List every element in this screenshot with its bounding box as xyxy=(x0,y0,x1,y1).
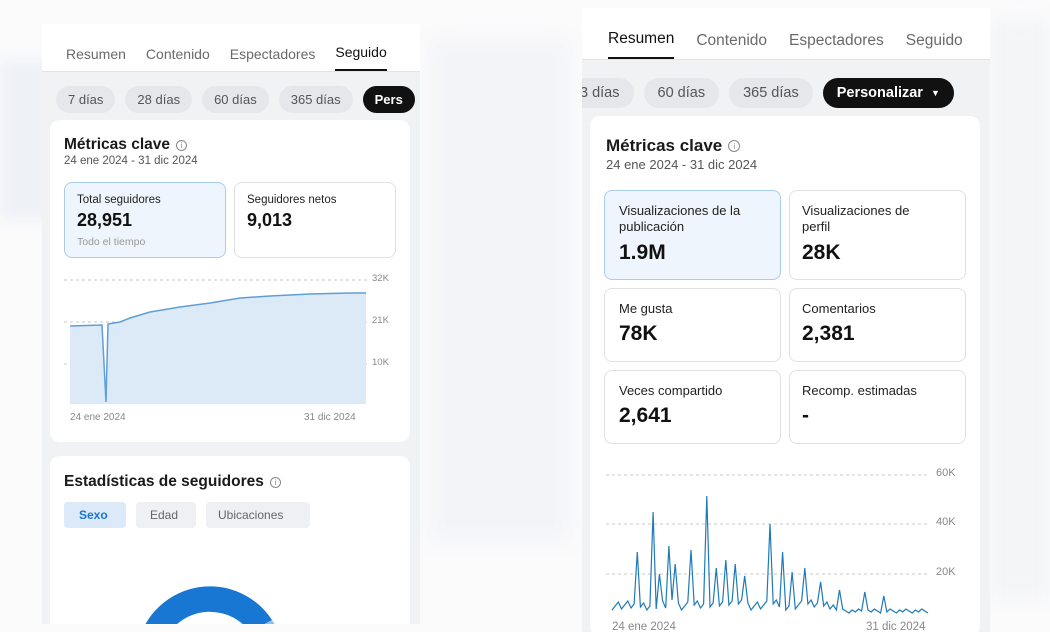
chip-365-days[interactable]: 365 días xyxy=(729,78,813,108)
donut-slice-primary xyxy=(145,586,272,624)
x-start-label: 24 ene 2024 xyxy=(612,621,676,632)
tab-contenido[interactable]: Contenido xyxy=(146,46,210,71)
metric-value: 1.9M xyxy=(619,241,666,264)
card-title-text: Métricas clave xyxy=(64,136,170,153)
info-icon[interactable]: i xyxy=(728,140,741,152)
tab-resumen[interactable]: Resumen xyxy=(608,30,675,59)
tab-espectadores[interactable]: Espectadores xyxy=(230,46,316,71)
metric-label: Recomp. estimadas xyxy=(802,383,917,398)
customize-label: Personalizar xyxy=(836,85,923,101)
segment-age[interactable]: Edad xyxy=(136,502,196,528)
metric-value: 28K xyxy=(802,241,841,264)
metric-card-total-followers[interactable]: Total seguidores 28,951 Todo el tiempo xyxy=(64,182,226,258)
chip-days-partial[interactable]: 3 días xyxy=(582,78,634,108)
segment-label: Sexo xyxy=(79,508,108,522)
left-screenshot: Resumen Contenido Espectadores Seguido 7… xyxy=(42,24,420,624)
chip-7-days[interactable]: 7 días xyxy=(56,85,116,113)
y-tick-label: 20K xyxy=(936,566,956,578)
metric-value: 78K xyxy=(619,322,658,345)
tab-bar: Resumen Contenido Espectadores Seguido xyxy=(42,24,420,72)
views-series-line xyxy=(611,495,929,614)
date-range-chips: 3 días 60 días 365 días Personalizar ▼ xyxy=(582,60,990,116)
tab-bar: Resumen Contenido Espectadores Seguido xyxy=(582,8,990,60)
date-range-label: 24 ene 2024 - 31 dic 2024 xyxy=(606,157,758,172)
metric-label: Visualizaciones de la publicación xyxy=(619,203,741,235)
metric-card-net-followers[interactable]: Seguidores netos 9,013 xyxy=(234,182,396,258)
metric-value: 28,951 xyxy=(77,210,133,230)
tab-seguidores[interactable]: Seguido xyxy=(335,44,387,71)
metric-label: Seguidores netos xyxy=(247,194,337,206)
segment-locations[interactable]: Ubicaciones xyxy=(206,502,310,528)
segment-label: Ubicaciones xyxy=(218,508,284,522)
metric-card-profile-views[interactable]: Visualizaciones de perfil 28K xyxy=(789,190,966,280)
tab-seguidores[interactable]: Seguido xyxy=(906,32,963,59)
follower-stats-card: Estadísticas de seguidores i Sexo Edad U… xyxy=(50,456,410,624)
right-screenshot: Resumen Contenido Espectadores Seguido 3… xyxy=(582,8,990,632)
caret-down-icon: ▼ xyxy=(930,88,940,98)
metric-value: - xyxy=(802,404,809,427)
y-tick-label: 10K xyxy=(372,357,389,368)
x-start-label: 24 ene 2024 xyxy=(70,412,126,423)
y-tick-label: 21K xyxy=(372,315,389,326)
card-title-text: Métricas clave xyxy=(606,136,723,155)
date-range-chips: 7 días 28 días 60 días 365 días Pers xyxy=(42,72,420,118)
metric-value: 2,641 xyxy=(619,404,672,427)
y-tick-label: 40K xyxy=(936,516,956,528)
info-icon[interactable]: i xyxy=(269,476,281,488)
metric-label: Total seguidores xyxy=(77,194,161,206)
background-blur xyxy=(990,20,1050,600)
segment-gender[interactable]: Sexo xyxy=(64,502,126,528)
tab-espectadores[interactable]: Espectadores xyxy=(789,32,884,59)
metric-label: Veces compartido xyxy=(619,383,723,398)
card-title-text: Estadísticas de seguidores xyxy=(64,473,264,490)
metric-card-likes[interactable]: Me gusta 78K xyxy=(604,288,781,362)
info-icon[interactable]: i xyxy=(176,139,187,151)
metric-value: 9,013 xyxy=(247,210,293,230)
area-fill xyxy=(70,293,366,404)
key-metrics-card: Métricas clave i 24 ene 2024 - 31 dic 20… xyxy=(50,120,410,442)
metric-value: 2,381 xyxy=(802,322,855,345)
tab-resumen[interactable]: Resumen xyxy=(66,46,126,71)
y-tick-label: 60K xyxy=(936,467,956,479)
y-tick-label: 32K xyxy=(372,273,389,284)
metric-label: Comentarios xyxy=(802,301,876,316)
metric-card-comments[interactable]: Comentarios 2,381 xyxy=(789,288,966,362)
segment-label: Edad xyxy=(150,508,179,522)
chip-365-days[interactable]: 365 días xyxy=(278,85,353,113)
customize-dropdown[interactable]: Personalizar ▼ xyxy=(822,78,954,108)
metric-label: Me gusta xyxy=(619,301,673,316)
date-range-label: 24 ene 2024 - 31 dic 2024 xyxy=(64,155,198,167)
post-views-line-chart xyxy=(606,474,929,614)
metric-card-post-views[interactable]: Visualizaciones de la publicación 1.9M xyxy=(604,190,781,280)
tab-contenido[interactable]: Contenido xyxy=(696,32,767,59)
gender-donut-chart xyxy=(145,586,275,624)
metric-label: Visualizaciones de perfil xyxy=(802,203,910,235)
key-metrics-card: Métricas clave i 24 ene 2024 - 31 dic 20… xyxy=(590,116,980,632)
card-title: Métricas clave i xyxy=(606,136,741,156)
card-title: Estadísticas de seguidores i xyxy=(64,473,281,491)
card-title: Métricas clave i xyxy=(64,136,187,154)
chip-60-days[interactable]: 60 días xyxy=(202,85,269,113)
x-end-label: 31 dic 2024 xyxy=(866,621,926,632)
metric-card-estimated-rewards[interactable]: Recomp. estimadas - xyxy=(789,370,966,444)
x-end-label: 31 dic 2024 xyxy=(304,412,356,423)
chip-customize[interactable]: Pers xyxy=(362,85,415,113)
background-blur xyxy=(430,40,570,540)
metric-card-shares[interactable]: Veces compartido 2,641 xyxy=(604,370,781,444)
metric-sublabel: Todo el tiempo xyxy=(77,236,146,248)
chip-28-days[interactable]: 28 días xyxy=(125,85,193,113)
chip-60-days[interactable]: 60 días xyxy=(643,78,720,108)
